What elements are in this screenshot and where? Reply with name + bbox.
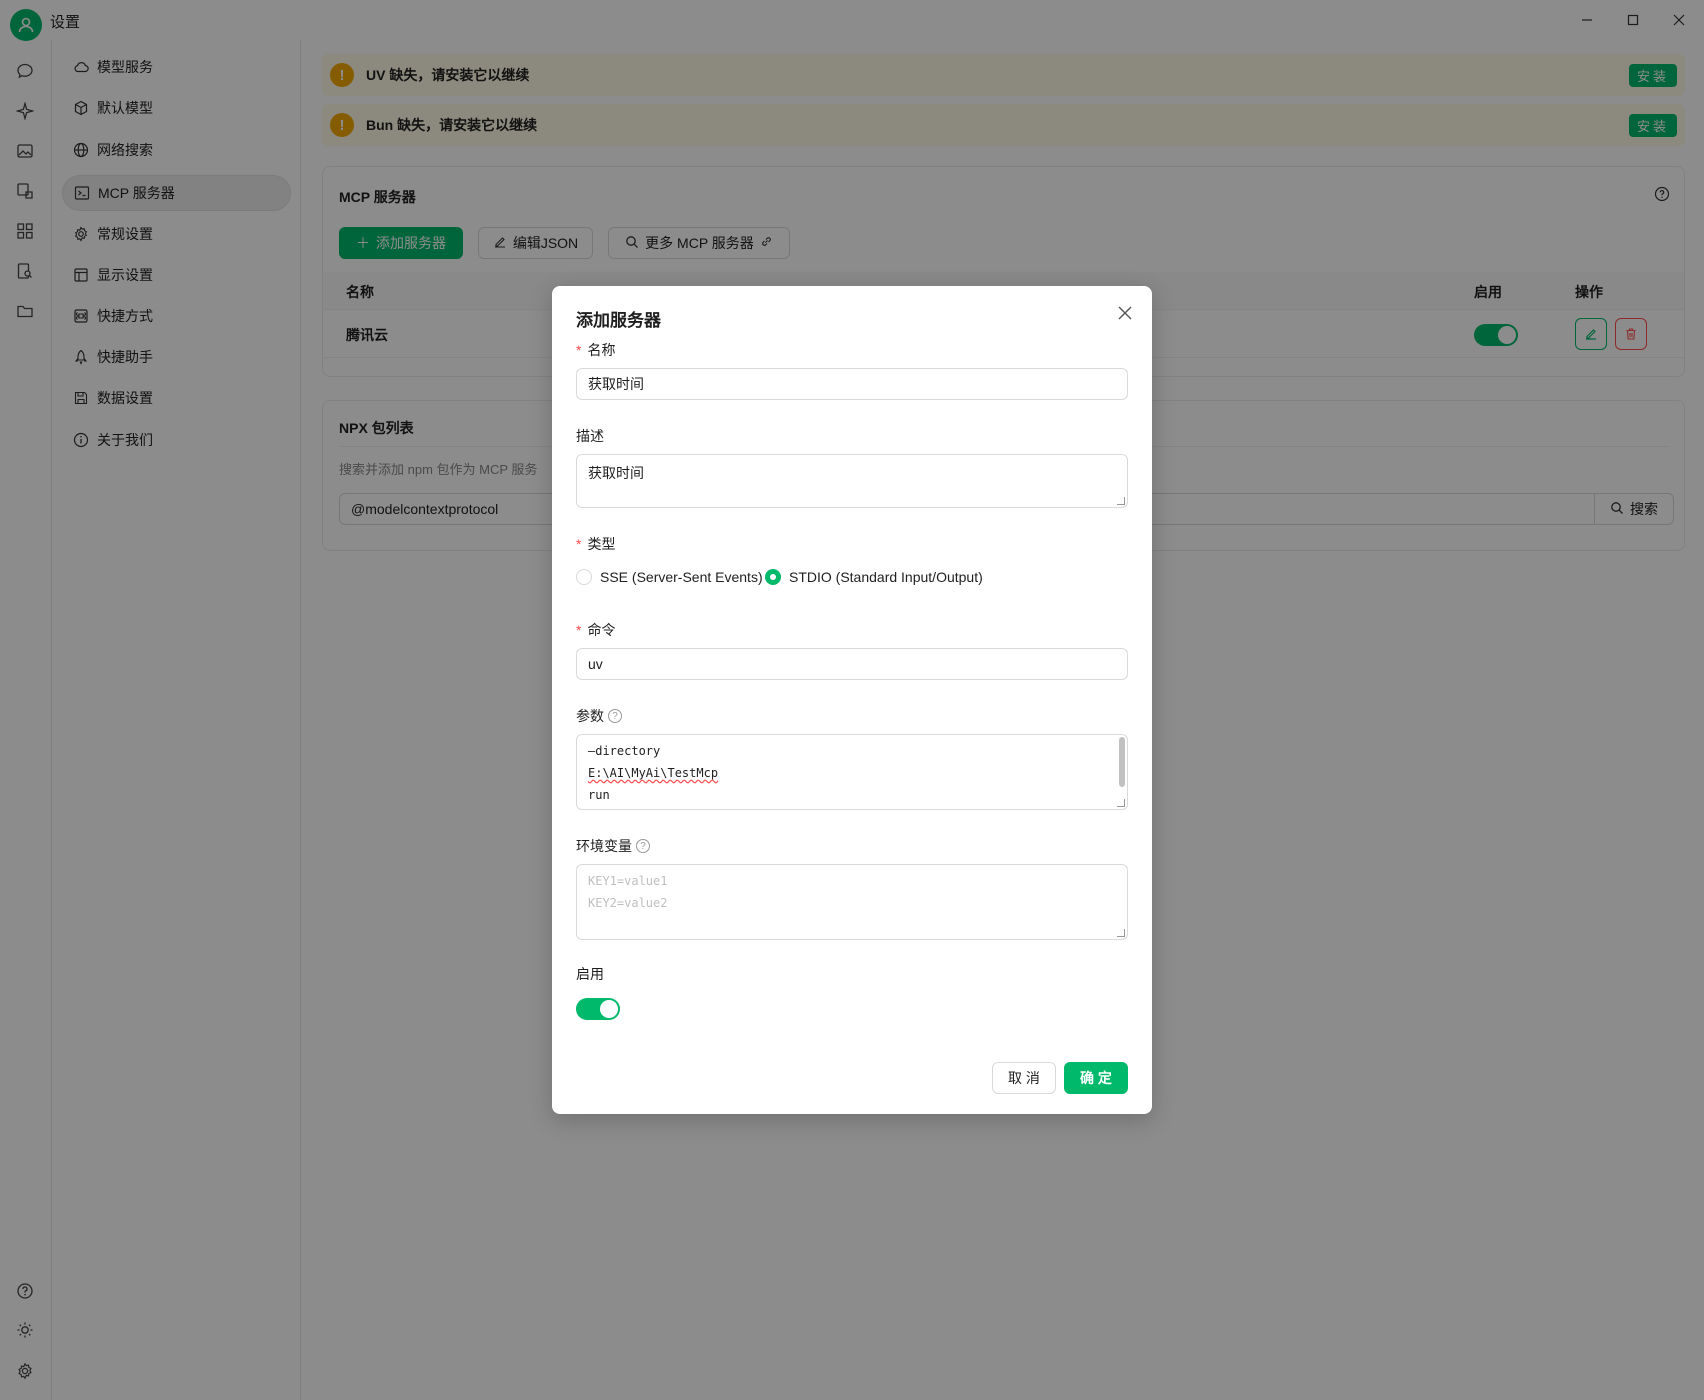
- enabled-toggle[interactable]: [576, 998, 620, 1020]
- add-server-dialog: 添加服务器 * 名称 获取时间 描述 获取时间 * 类型 SSE (Server-S…: [552, 286, 1152, 1114]
- args-textarea[interactable]: —directory E:\AI\MyAi\TestMcp run: [576, 734, 1128, 810]
- env-placeholder-line: KEY2=value2: [588, 896, 668, 910]
- enabled-label: 启用: [576, 966, 604, 982]
- description-label: 描述: [576, 428, 604, 444]
- resize-handle-icon[interactable]: [1117, 929, 1125, 937]
- args-line: E:\AI\MyAi\TestMcp: [588, 766, 719, 780]
- radio-stdio[interactable]: STDIO (Standard Input/Output): [765, 569, 983, 585]
- name-input[interactable]: 获取时间: [576, 368, 1128, 400]
- env-label: 环境变量?: [576, 836, 650, 856]
- args-line: —directory: [588, 744, 661, 758]
- close-icon[interactable]: [1114, 302, 1136, 324]
- cancel-button[interactable]: 取 消: [992, 1062, 1056, 1094]
- radio-unchecked-icon: [576, 569, 592, 585]
- type-label: * 类型: [576, 536, 616, 552]
- radio-sse[interactable]: SSE (Server-Sent Events): [576, 569, 763, 585]
- command-label: * 命令: [576, 622, 616, 638]
- question-circle-icon[interactable]: ?: [636, 839, 650, 853]
- resize-handle-icon[interactable]: [1117, 799, 1125, 807]
- scrollbar-thumb[interactable]: [1119, 737, 1125, 787]
- dialog-title: 添加服务器: [576, 311, 661, 330]
- radio-label: STDIO (Standard Input/Output): [789, 569, 983, 585]
- command-input[interactable]: uv: [576, 648, 1128, 680]
- description-text: 获取时间: [588, 465, 644, 481]
- env-placeholder-line: KEY1=value1: [588, 874, 668, 888]
- name-label: * 名称: [576, 342, 616, 358]
- question-circle-icon[interactable]: ?: [608, 709, 622, 723]
- confirm-button[interactable]: 确 定: [1064, 1062, 1128, 1094]
- args-label: 参数?: [576, 706, 622, 726]
- radio-checked-icon: [765, 569, 781, 585]
- args-line: run: [588, 788, 610, 802]
- description-textarea[interactable]: 获取时间: [576, 454, 1128, 508]
- radio-label: SSE (Server-Sent Events): [600, 569, 763, 585]
- env-textarea[interactable]: KEY1=value1 KEY2=value2: [576, 864, 1128, 940]
- resize-handle-icon[interactable]: [1117, 497, 1125, 505]
